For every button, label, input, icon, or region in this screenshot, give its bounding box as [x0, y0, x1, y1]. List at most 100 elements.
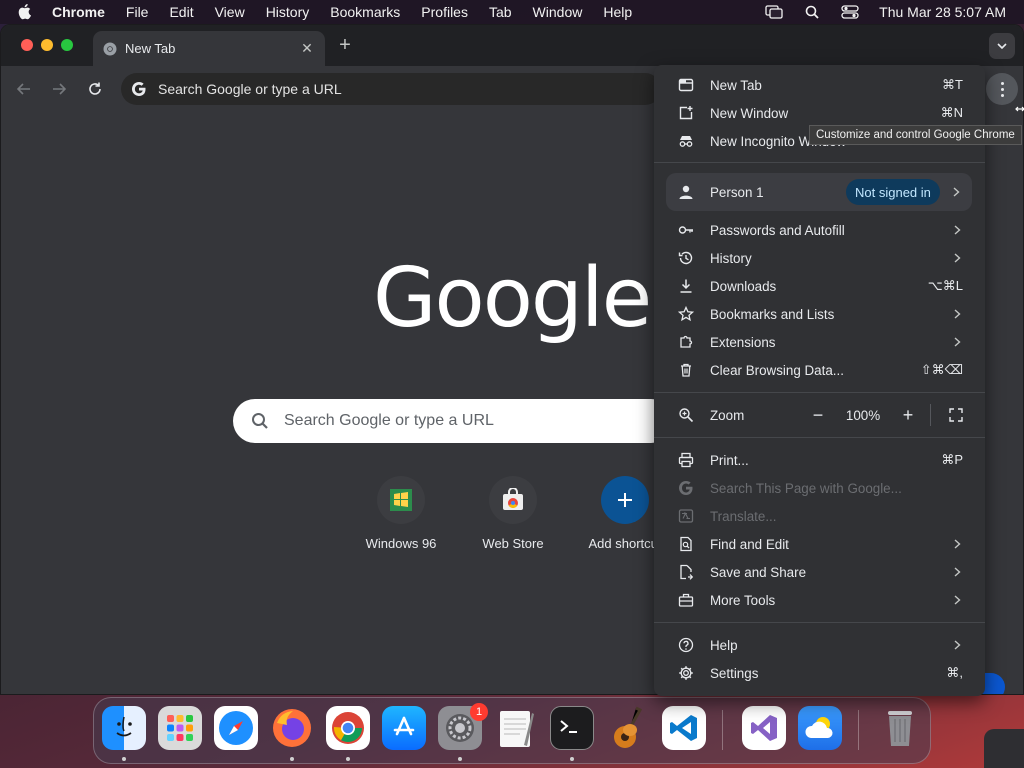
- chevron-right-icon: [951, 224, 963, 236]
- close-tab-icon[interactable]: ✕: [299, 40, 315, 56]
- finder-icon[interactable]: [102, 706, 146, 750]
- menu-item-clear-browsing-data[interactable]: Clear Browsing Data... ⇧⌘⌫: [654, 356, 985, 384]
- menu-item-passwords-autofill[interactable]: Passwords and Autofill: [654, 216, 985, 244]
- apple-menu-icon[interactable]: [18, 4, 36, 20]
- visual-studio-icon[interactable]: [742, 706, 786, 750]
- find-page-icon: [678, 536, 694, 552]
- printer-icon: [678, 452, 694, 468]
- history-clock-icon: [678, 250, 694, 266]
- chrome-main-menu: New Tab ⌘T New Window ⌘N New Incognito W…: [654, 65, 985, 696]
- google-g-icon: [678, 480, 694, 496]
- running-indicator: [122, 757, 126, 761]
- firefox-icon[interactable]: [270, 706, 314, 750]
- chevron-right-icon: [951, 252, 963, 264]
- back-arrow-icon[interactable]: [13, 78, 35, 100]
- tab-title: New Tab: [125, 41, 176, 56]
- menu-file[interactable]: File: [126, 4, 149, 20]
- shortcut-windows-96[interactable]: Windows 96: [346, 476, 456, 551]
- weather-icon[interactable]: [798, 706, 842, 750]
- menu-edit[interactable]: Edit: [169, 4, 193, 20]
- menu-item-save-share[interactable]: Save and Share: [654, 558, 985, 586]
- menu-item-new-window[interactable]: New Window ⌘N: [654, 99, 985, 127]
- not-signed-in-badge: Not signed in: [846, 179, 940, 205]
- zoom-controls: − 100% +: [804, 401, 922, 429]
- minimize-window-button[interactable]: [41, 39, 53, 51]
- app-store-icon[interactable]: [382, 706, 426, 750]
- omnibox[interactable]: Search Google or type a URL: [121, 73, 661, 105]
- profile-name: Person 1: [710, 184, 764, 200]
- menu-item-translate[interactable]: Translate...: [654, 502, 985, 530]
- window-controls: [21, 39, 73, 51]
- screen-mirroring-icon[interactable]: [765, 5, 783, 19]
- control-center-icon[interactable]: [841, 5, 859, 19]
- menu-separator: [654, 622, 985, 623]
- shortcut-web-store[interactable]: Web Store: [458, 476, 568, 551]
- ntp-search-box[interactable]: Search Google or type a URL: [233, 399, 673, 443]
- chevron-right-icon: [951, 308, 963, 320]
- tab-new-tab[interactable]: New Tab ✕: [93, 31, 325, 66]
- menu-item-find-edit[interactable]: Find and Edit: [654, 530, 985, 558]
- tab-search-chevron-icon[interactable]: [989, 33, 1015, 59]
- menu-item-settings[interactable]: Settings ⌘,: [654, 659, 985, 687]
- menu-item-new-tab[interactable]: New Tab ⌘T: [654, 71, 985, 99]
- terminal-icon[interactable]: [550, 706, 594, 750]
- download-icon: [678, 278, 694, 294]
- safari-icon[interactable]: [214, 706, 258, 750]
- menu-item-search-page[interactable]: Search This Page with Google...: [654, 474, 985, 502]
- fullscreen-window-button[interactable]: [61, 39, 73, 51]
- menu-item-downloads[interactable]: Downloads ⌥⌘L: [654, 272, 985, 300]
- running-indicator: [290, 757, 294, 761]
- dock-separator: [722, 710, 723, 750]
- translate-icon: [678, 508, 694, 524]
- menu-bookmarks[interactable]: Bookmarks: [330, 4, 400, 20]
- textedit-icon[interactable]: [494, 706, 538, 750]
- menu-item-profile[interactable]: Person 1 Not signed in: [666, 173, 972, 211]
- omnibox-placeholder: Search Google or type a URL: [158, 81, 342, 97]
- toolbox-icon: [678, 592, 694, 608]
- zoom-out-button[interactable]: −: [804, 401, 832, 429]
- dock-separator: [858, 710, 859, 750]
- close-window-button[interactable]: [21, 39, 33, 51]
- menu-tab[interactable]: Tab: [489, 4, 512, 20]
- chrome-menu-kebab-icon[interactable]: [986, 73, 1018, 105]
- forward-arrow-icon[interactable]: [48, 78, 70, 100]
- gear-icon: [678, 665, 694, 681]
- menu-view[interactable]: View: [215, 4, 245, 20]
- menu-item-bookmarks-lists[interactable]: Bookmarks and Lists: [654, 300, 985, 328]
- garageband-icon[interactable]: [606, 706, 650, 750]
- notification-badge: 1: [470, 703, 488, 721]
- web-store-icon: [489, 476, 537, 524]
- menu-app-name[interactable]: Chrome: [52, 4, 105, 20]
- spotlight-search-icon[interactable]: [803, 5, 821, 19]
- menu-item-help[interactable]: Help: [654, 631, 985, 659]
- mouse-cursor-icon: [1015, 101, 1024, 112]
- zoom-in-button[interactable]: +: [894, 401, 922, 429]
- search-icon: [251, 412, 269, 430]
- launchpad-icon[interactable]: [158, 706, 202, 750]
- zoom-magnifier-icon: [678, 407, 694, 423]
- menu-item-history[interactable]: History: [654, 244, 985, 272]
- menu-window[interactable]: Window: [533, 4, 583, 20]
- menu-item-more-tools[interactable]: More Tools: [654, 586, 985, 614]
- chrome-icon[interactable]: [326, 706, 370, 750]
- vscode-icon[interactable]: [662, 706, 706, 750]
- new-window-icon: [678, 105, 694, 121]
- zoom-level: 100%: [845, 407, 881, 423]
- puzzle-icon: [678, 334, 694, 350]
- fullscreen-icon[interactable]: [948, 407, 964, 423]
- menu-history[interactable]: History: [266, 4, 310, 20]
- shortcut-label: Windows 96: [365, 536, 437, 551]
- menu-bar-clock[interactable]: Thu Mar 28 5:07 AM: [879, 4, 1006, 20]
- menu-item-extensions[interactable]: Extensions: [654, 328, 985, 356]
- menu-item-print[interactable]: Print... ⌘P: [654, 446, 985, 474]
- help-circle-icon: [678, 637, 694, 653]
- trash-icon[interactable]: [878, 706, 922, 750]
- menu-help[interactable]: Help: [603, 4, 632, 20]
- trash-icon: [678, 362, 694, 378]
- chevron-right-icon: [951, 336, 963, 348]
- reload-icon[interactable]: [84, 78, 106, 100]
- new-tab-plus-icon[interactable]: +: [335, 33, 355, 57]
- menu-profiles[interactable]: Profiles: [421, 4, 468, 20]
- shortcut-label: Add shortcut: [588, 536, 662, 551]
- macos-menu-bar: Chrome File Edit View History Bookmarks …: [0, 0, 1024, 24]
